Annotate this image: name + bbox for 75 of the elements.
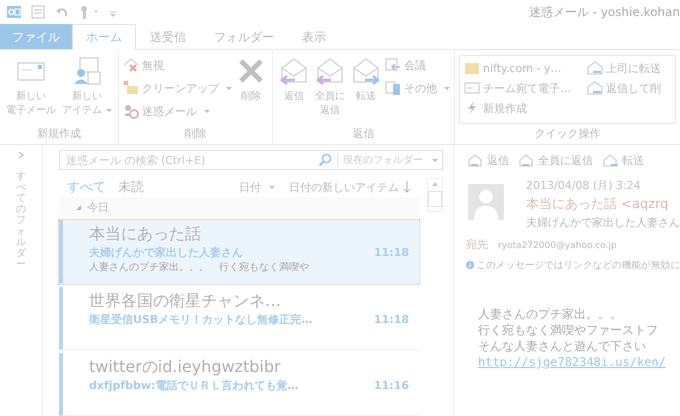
ribbon-tab[interactable]: ホーム <box>72 24 136 50</box>
folder-icon <box>464 60 480 76</box>
action-button[interactable]: 全員に返信 <box>519 153 593 168</box>
ribbon-tab[interactable]: ファイル <box>0 24 72 49</box>
group-header[interactable]: 今日 <box>59 196 419 218</box>
ribbon-button[interactable]: 迷惑メール <box>123 101 232 121</box>
down-arrow-icon[interactable] <box>403 181 411 194</box>
sort-order[interactable]: 日付の新しいアイテム <box>289 180 399 195</box>
new-item-icon <box>72 56 102 86</box>
cleanup-icon <box>123 80 139 96</box>
message-preview: 人妻さんのプチ家出。。。 行く宛もなく満喫や <box>89 260 310 274</box>
group-label: 新規作成 <box>36 126 82 142</box>
ribbon-button[interactable]: 無視 <box>123 55 232 75</box>
info-icon <box>466 258 474 272</box>
dropdown-icon <box>432 158 438 162</box>
ribbon-button[interactable]: 会議 <box>385 55 450 75</box>
body-text-line: 人妻さんのプチ家出。。。 <box>478 306 623 322</box>
sort-field[interactable]: 日付 <box>239 180 261 195</box>
body-link[interactable]: http://sjge782348i.us/ken/ <box>478 354 680 370</box>
message-item[interactable]: 本当にあった話 夫婦げんかで家出した人妻さん 11:18 人妻さんのプチ家出。。。 行く宛もなく満喫や <box>59 220 419 284</box>
message-sender: 本当にあった話 <aqzrq <box>526 196 670 213</box>
ribbon-button[interactable]: 新しい 電子メール <box>4 52 58 126</box>
message-item[interactable]: twitterのid.ieyhgwztbibr dxfjpfbbw:電話でＵＲＬ言われても覚… 11:16 <box>59 352 419 416</box>
filter-tab[interactable]: すべて <box>67 178 106 196</box>
group-label: 返信 <box>352 126 376 142</box>
collapse-icon <box>75 204 82 211</box>
scrollbar[interactable] <box>427 178 443 212</box>
note-icon <box>464 80 480 96</box>
ribbon-button[interactable]: 全員に 返信 <box>313 52 347 126</box>
message-sender: dxfjpfbbw:電話でＵＲＬ言われても覚… <box>89 378 300 393</box>
ribbon-button[interactable]: クリーンアップ <box>123 78 232 98</box>
message-date: 2013/04/08 (月) 3:24 <box>526 178 642 193</box>
message-sender: 夫婦げんかで家出した人妻さん <box>89 245 244 260</box>
search-icon[interactable] <box>318 153 332 167</box>
ribbon-tab[interactable]: 表示 <box>288 24 340 49</box>
meeting-icon <box>385 57 401 73</box>
recipient-address: ryota272000@yahoo.co.jp <box>498 241 617 251</box>
folder-pane-label[interactable]: すべてのフォルダー <box>16 171 26 270</box>
ribbon-button[interactable]: 返信して削 <box>587 78 671 98</box>
filter-tab[interactable]: 未読 <box>118 178 144 196</box>
message-subject: 世界各国の衛星チャンネ… <box>89 290 282 312</box>
expand-icon[interactable] <box>17 151 25 159</box>
ribbon-button[interactable]: 新規作成 <box>464 98 581 118</box>
action-button[interactable]: 転送 <box>603 153 644 168</box>
to-label: 宛先 <box>466 237 488 252</box>
ribbon-button[interactable]: 新しい アイテム <box>60 52 114 126</box>
group-header-label: 今日 <box>87 200 109 215</box>
scroll-thumb[interactable] <box>428 191 442 207</box>
junk-icon <box>123 103 139 119</box>
ribbon-button[interactable]: チーム宛て電子… <box>464 78 581 98</box>
message-time: 11:18 <box>372 312 409 326</box>
window-title: 迷惑メール - yoshie.kohan <box>528 4 680 20</box>
ribbon-button[interactable]: 返信 <box>277 52 311 126</box>
body-text-line: 行く宛もなく満喫やファーストフ <box>478 322 659 338</box>
ribbon-button[interactable]: その他 <box>385 78 450 98</box>
message-subject: 本当にあった話 <box>89 224 202 246</box>
message-sender: 衛星受信USBメモリ！カットなし無修正完… <box>89 312 314 327</box>
message-subject: 夫婦げんかで家出した人妻さん <box>526 215 680 230</box>
more-icon <box>385 80 401 96</box>
info-bar-text: このメッセージではリンクなどの機能が無効に <box>476 258 680 272</box>
message-item[interactable]: 世界各国の衛星チャンネ… 衛星受信USBメモリ！カットなし無修正完… 11:18 <box>59 286 419 350</box>
message-time: 11:16 <box>372 378 409 392</box>
message-subject: twitterのid.ieyhgwztbibr <box>89 356 282 378</box>
group-label: クイック操作 <box>534 126 602 142</box>
ribbon-button[interactable]: 上司に転送 <box>587 58 671 78</box>
ribbon-tab[interactable]: フォルダー <box>200 24 288 49</box>
dropdown-icon <box>269 186 275 189</box>
group-label: 削除 <box>184 126 208 142</box>
ribbon-button[interactable]: 転送 <box>349 52 383 126</box>
ribbon-button[interactable]: nifty.com - y… <box>464 58 581 78</box>
message-time: 11:18 <box>372 246 409 260</box>
ribbon-button[interactable]: 削除 <box>234 52 268 126</box>
ribbon-tab[interactable]: 送受信 <box>136 24 200 49</box>
action-button[interactable]: 返信 <box>468 153 509 168</box>
body-text-line: そんな人妻さんと遊んで下さい <box>478 338 647 354</box>
